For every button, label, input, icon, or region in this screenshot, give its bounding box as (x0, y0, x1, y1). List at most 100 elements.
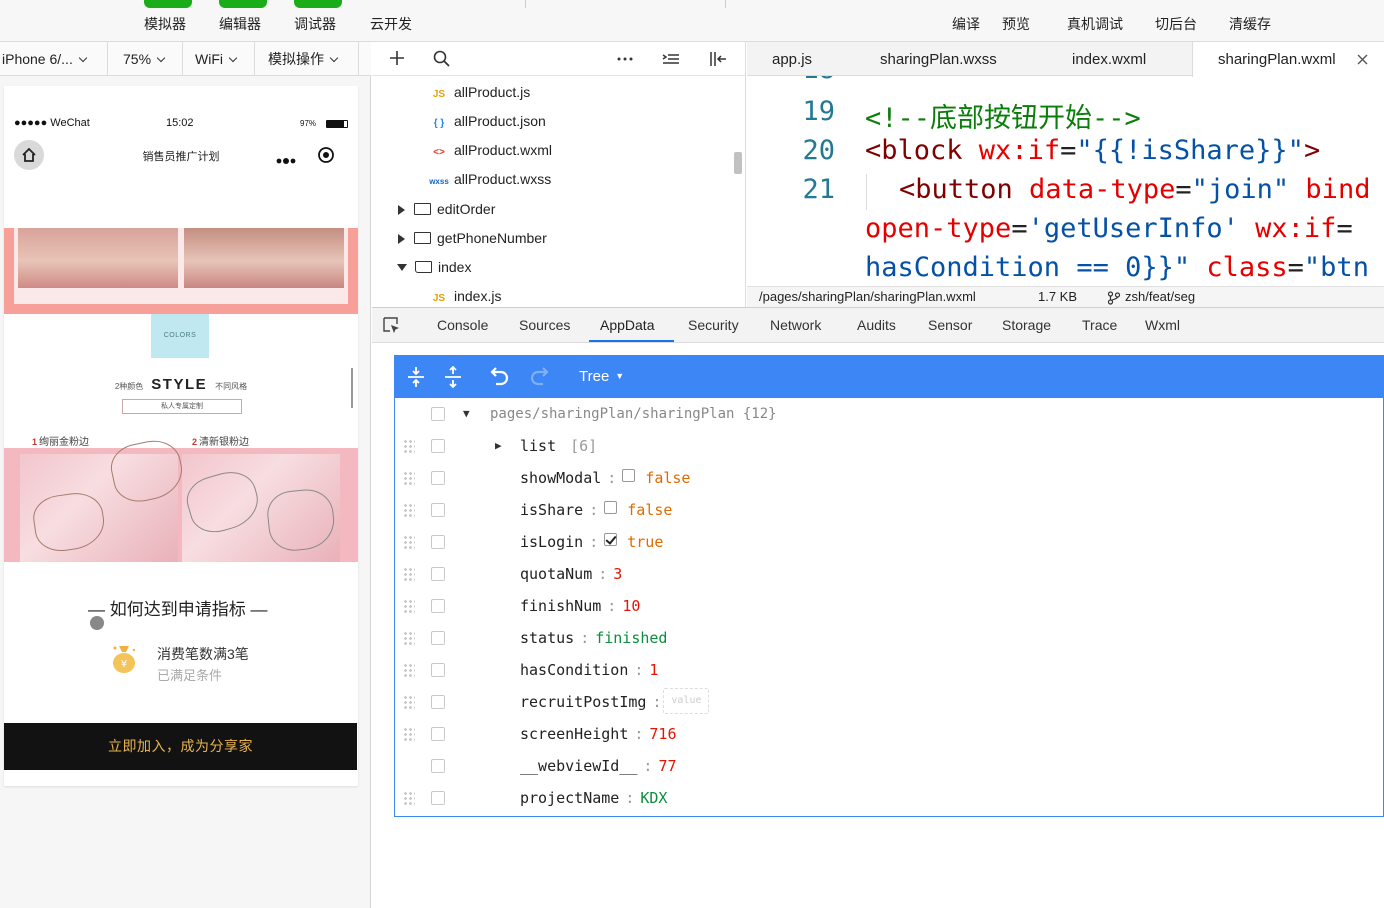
drag-handle-icon[interactable] (403, 727, 415, 741)
tab-sharingplan-wxml[interactable]: sharingPlan.wxml (1192, 42, 1384, 77)
row-menu-icon[interactable] (431, 407, 445, 421)
real-device-debug-button[interactable]: 真机调试 (1067, 14, 1123, 34)
more-icon[interactable] (276, 152, 298, 170)
drag-handle-icon[interactable] (403, 439, 415, 453)
tab-console[interactable]: Console (437, 308, 488, 342)
style-title: STYLE (151, 376, 208, 393)
file-name: allProduct.wxss (454, 171, 552, 187)
tab-sensor[interactable]: Sensor (928, 308, 972, 342)
add-file-icon[interactable] (388, 48, 406, 73)
drag-handle-icon[interactable] (403, 599, 415, 613)
caret-right-icon (398, 234, 405, 244)
tree-row-status[interactable]: status: finished (395, 622, 1384, 654)
compile-button[interactable]: 编译 (952, 14, 980, 34)
row-menu-icon[interactable] (431, 535, 445, 549)
drag-handle-icon[interactable] (403, 695, 415, 709)
drag-handle-icon[interactable] (403, 567, 415, 581)
file-item[interactable]: JS allProduct.js (428, 78, 530, 107)
tree-row-projectname[interactable]: projectName: KDX (395, 782, 1384, 814)
drag-handle-icon[interactable] (403, 791, 415, 805)
drag-handle-icon[interactable] (403, 503, 415, 517)
tab-trace[interactable]: Trace (1082, 308, 1117, 342)
tree-row-quotanum[interactable]: quotaNum:3 (395, 558, 1384, 590)
tree-row-isshare[interactable]: isShare: false (395, 494, 1384, 526)
caret-right-icon[interactable]: ▶ (495, 430, 502, 462)
row-menu-icon[interactable] (431, 759, 445, 773)
drag-handle-icon[interactable] (403, 631, 415, 645)
git-branch[interactable]: zsh/feat/seg (1125, 287, 1195, 307)
row-menu-icon[interactable] (431, 663, 445, 677)
tree-root-row[interactable]: ▼ pages/sharingPlan/sharingPlan {12} (395, 398, 1384, 430)
tab-app-js[interactable]: app.js (772, 42, 812, 76)
cloud-dev-label: 云开发 (370, 16, 412, 32)
inspect-element-icon[interactable] (383, 317, 401, 335)
view-mode-label: Tree (579, 368, 610, 385)
tree-row-showmodal[interactable]: showModal: false (395, 462, 1384, 494)
tree-row-webviewid[interactable]: __webviewId__:77 (395, 750, 1384, 782)
tab-sharingplan-wxss[interactable]: sharingPlan.wxss (880, 42, 997, 76)
row-menu-icon[interactable] (431, 631, 445, 645)
join-sharer-button[interactable]: 立即加入，成为分享家 (4, 723, 357, 770)
toggle-panel-icon[interactable] (708, 49, 728, 74)
tree-row-recruitpostimg[interactable]: recruitPostImg: value (395, 686, 1384, 718)
zoom-select-value: 75% (123, 51, 152, 67)
tree-row-finishnum[interactable]: finishNum:10 (395, 590, 1384, 622)
folder-item[interactable]: editOrder (398, 195, 495, 224)
simulate-ops-select[interactable]: 模拟操作 (255, 42, 359, 76)
row-menu-icon[interactable] (431, 439, 445, 453)
zoom-select[interactable]: 75% (108, 42, 183, 76)
tree-row-screenheight[interactable]: screenHeight:716 (395, 718, 1384, 750)
row-menu-icon[interactable] (431, 791, 445, 805)
tab-audits[interactable]: Audits (857, 308, 896, 342)
row-menu-icon[interactable] (431, 471, 445, 485)
collapse-all-icon[interactable] (442, 366, 464, 388)
explorer-scrollbar[interactable] (734, 152, 742, 174)
background-switch-button[interactable]: 切后台 (1155, 14, 1197, 34)
file-item[interactable]: { } allProduct.json (428, 107, 546, 136)
redo-icon[interactable] (528, 366, 552, 388)
preview-button[interactable]: 预览 (1002, 14, 1030, 34)
drag-handle-icon[interactable] (403, 535, 415, 549)
search-icon[interactable] (432, 49, 452, 74)
row-menu-icon[interactable] (431, 727, 445, 741)
tab-security[interactable]: Security (688, 308, 739, 342)
folder-name: index (438, 259, 472, 275)
row-menu-icon[interactable] (431, 503, 445, 517)
tab-network[interactable]: Network (770, 308, 821, 342)
folder-item[interactable]: index (397, 253, 471, 282)
row-menu-icon[interactable] (431, 567, 445, 581)
tab-wxml[interactable]: Wxml (1145, 308, 1180, 342)
close-capsule-icon[interactable] (317, 146, 335, 169)
tree-row-list[interactable]: ▶ list [6] (395, 430, 1384, 462)
bool-checkbox[interactable] (622, 469, 636, 482)
expand-all-icon[interactable] (405, 366, 427, 388)
tree-row-hascondition[interactable]: hasCondition:1 (395, 654, 1384, 686)
empty-value-field[interactable]: value (663, 687, 710, 714)
tab-appdata[interactable]: AppData (589, 308, 674, 342)
file-item[interactable]: wxss allProduct.wxss (428, 165, 551, 194)
clear-cache-button[interactable]: 清缓存 (1229, 14, 1271, 34)
tab-index-wxml[interactable]: index.wxml (1072, 42, 1146, 76)
file-item[interactable]: <> allProduct.wxml (428, 136, 552, 165)
close-icon[interactable] (1357, 54, 1368, 65)
bool-checkbox[interactable] (604, 501, 618, 514)
caret-down-icon[interactable]: ▼ (463, 398, 470, 430)
device-select[interactable]: iPhone 6/... (0, 42, 108, 76)
row-menu-icon[interactable] (431, 695, 445, 709)
row-menu-icon[interactable] (431, 599, 445, 613)
more-options-icon[interactable] (616, 50, 634, 73)
tab-sources[interactable]: Sources (519, 308, 570, 342)
drag-handle-icon[interactable] (403, 663, 415, 677)
tree-row-islogin[interactable]: isLogin: true (395, 526, 1384, 558)
code-area[interactable]: 18 19 20 21 <!--底部按钮开始--> <block wx:if="… (747, 76, 1384, 286)
collapse-all-icon[interactable] (662, 50, 680, 73)
floating-dot[interactable] (90, 616, 104, 630)
bool-checkbox-checked[interactable] (604, 533, 618, 546)
scroll-marker (351, 368, 353, 408)
network-select[interactable]: WiFi (183, 42, 255, 76)
folder-item[interactable]: getPhoneNumber (398, 224, 547, 253)
view-mode-select[interactable]: Tree ▼ (579, 368, 624, 385)
drag-handle-icon[interactable] (403, 471, 415, 485)
undo-icon[interactable] (487, 366, 511, 388)
tab-storage[interactable]: Storage (1002, 308, 1051, 342)
